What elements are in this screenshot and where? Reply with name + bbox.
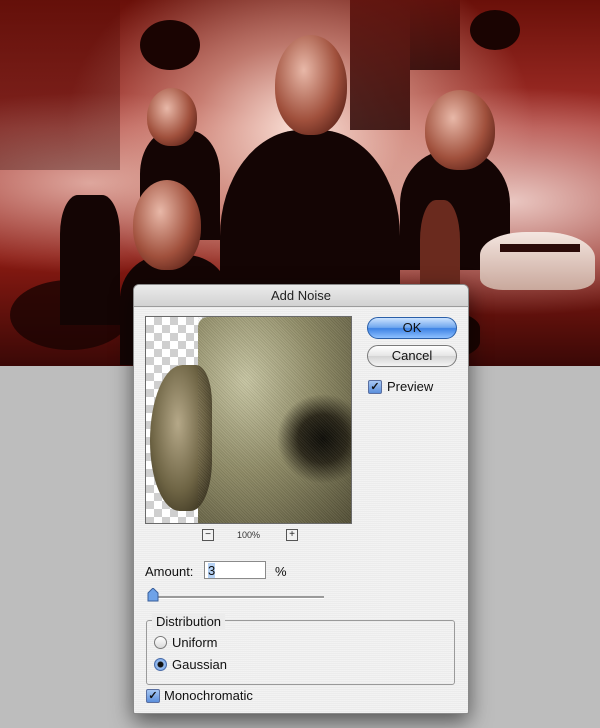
ink-splatter xyxy=(140,20,200,70)
distribution-label: Distribution xyxy=(152,614,226,629)
dialog-title: Add Noise xyxy=(134,285,468,307)
filter-preview-image[interactable] xyxy=(145,316,352,524)
car-stripe xyxy=(500,244,580,252)
head-cap-man xyxy=(147,88,197,146)
gaussian-label: Gaussian xyxy=(172,657,227,672)
zoom-level: 100% xyxy=(236,530,261,540)
ink-splatter xyxy=(470,10,520,50)
preview-label: Preview xyxy=(387,379,434,394)
amount-label: Amount: xyxy=(145,564,194,579)
distribution-group xyxy=(146,620,455,685)
ok-button[interactable]: OK xyxy=(367,317,457,339)
building-right xyxy=(410,0,460,70)
head-sunglasses-man xyxy=(425,90,495,170)
monochromatic-checkbox[interactable]: ✓ xyxy=(146,689,160,703)
head-bald-boss xyxy=(275,35,347,135)
head-front-left xyxy=(133,180,201,270)
gaussian-radio[interactable] xyxy=(154,658,167,671)
figure-gunman-left xyxy=(60,195,120,325)
zoom-in-button[interactable]: + xyxy=(286,529,298,541)
car xyxy=(480,232,595,290)
amount-slider-thumb[interactable] xyxy=(147,588,159,602)
amount-unit: % xyxy=(275,564,287,579)
zoom-controls: − 100% + xyxy=(145,529,352,543)
monochromatic-label: Monochromatic xyxy=(164,688,253,703)
building-left xyxy=(0,0,120,170)
building-center-right xyxy=(350,0,410,130)
amount-value: 3 xyxy=(208,563,216,578)
amount-input[interactable]: 3 xyxy=(204,561,266,579)
preview-noise-overlay xyxy=(198,317,351,523)
cancel-button[interactable]: Cancel xyxy=(367,345,457,367)
uniform-radio[interactable] xyxy=(154,636,167,649)
add-noise-dialog: Add Noise − 100% + OK Cancel ✓ Preview A… xyxy=(133,284,469,714)
uniform-label: Uniform xyxy=(172,635,218,650)
preview-checkbox[interactable]: ✓ xyxy=(368,380,382,394)
amount-slider-track[interactable] xyxy=(151,596,324,599)
